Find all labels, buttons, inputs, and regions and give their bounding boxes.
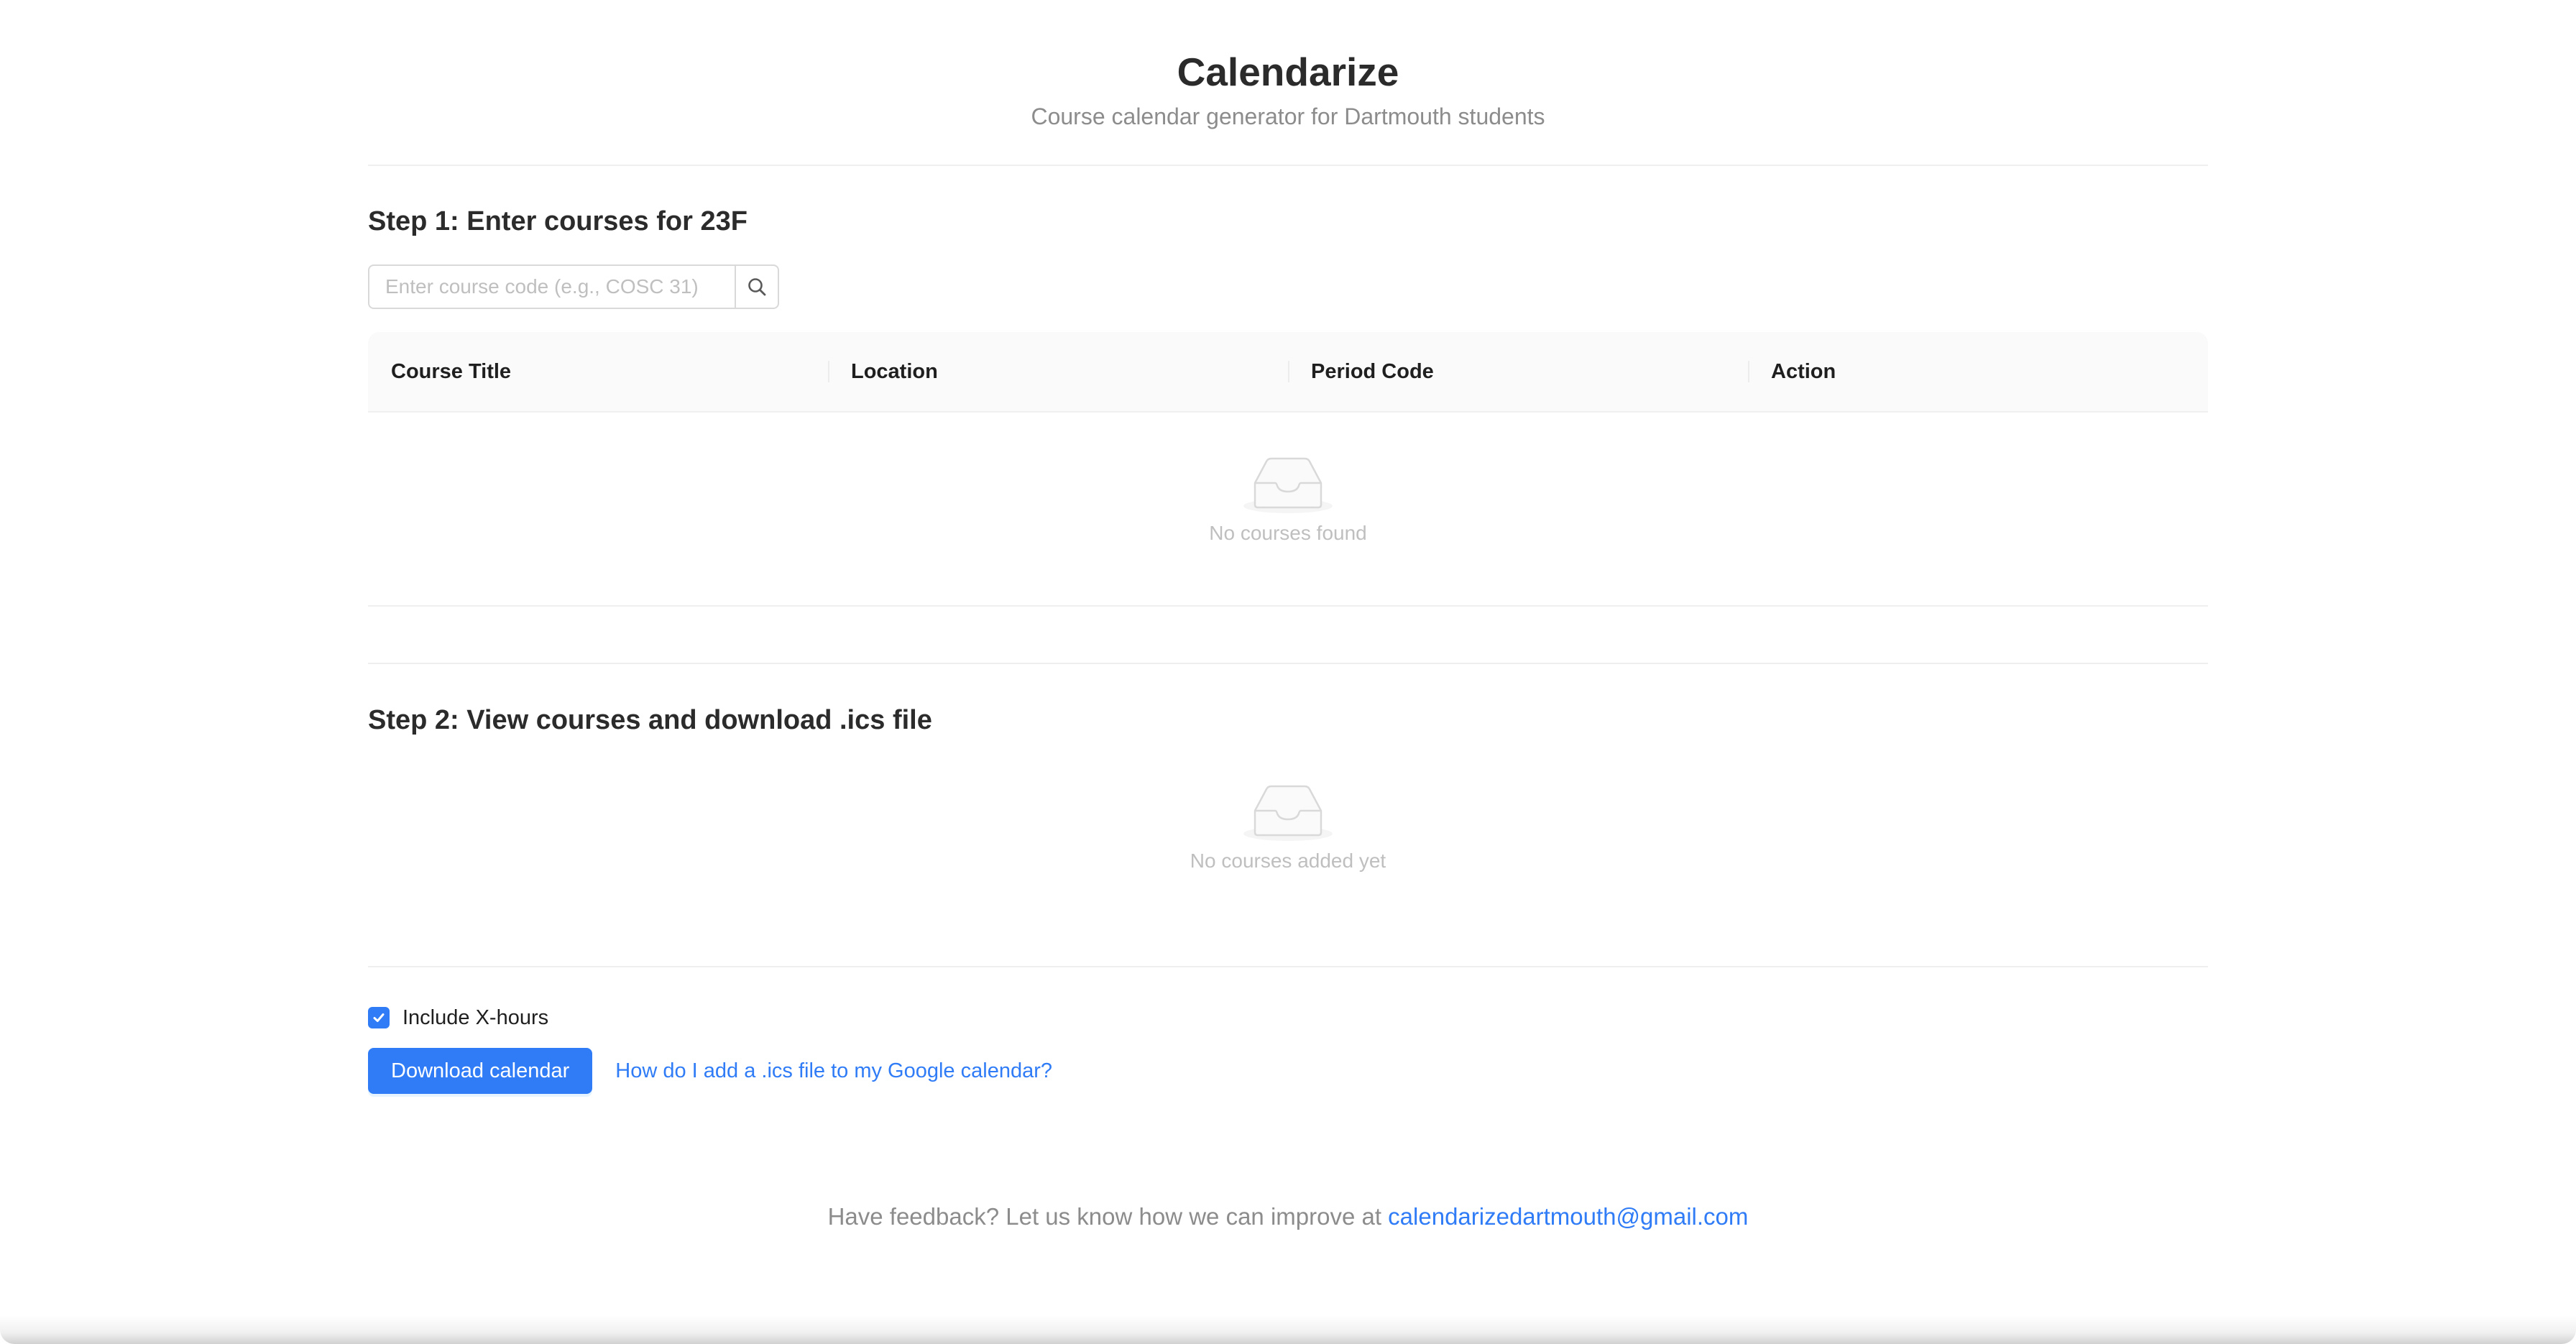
- header: Calendarize Course calendar generator fo…: [368, 0, 2208, 132]
- footer-text: Have feedback? Let us know how we can im…: [827, 1203, 1389, 1230]
- app-subtitle: Course calendar generator for Dartmouth …: [1031, 103, 1545, 129]
- step2-empty-text: No courses added yet: [1190, 850, 1386, 872]
- step2-title: Step 2: View courses and download .ics f…: [368, 705, 932, 735]
- column-header-period-code: Period Code: [1288, 332, 1748, 411]
- page: Calendarize Course calendar generator fo…: [0, 0, 2576, 1344]
- step2-empty-state: No courses added yet: [368, 783, 2208, 875]
- feedback-email-link[interactable]: calendarizedartmouth@gmail.com: [1388, 1203, 1748, 1230]
- table-body-empty: No courses found: [368, 413, 2208, 607]
- actions-row: Download calendar How do I add a .ics fi…: [368, 1048, 1052, 1094]
- table-header: Course Title Location Period Code Action: [368, 332, 2208, 413]
- xhours-option: Include X-hours: [368, 1005, 548, 1031]
- window-bottom-edge: [0, 1315, 2576, 1344]
- column-header-action: Action: [1748, 332, 2208, 411]
- course-search-input[interactable]: [368, 264, 735, 309]
- column-header-location: Location: [828, 332, 1288, 411]
- main-container: Calendarize Course calendar generator fo…: [368, 0, 2208, 1230]
- column-header-course-title: Course Title: [391, 359, 512, 383]
- table-empty-text: No courses found: [1209, 522, 1367, 544]
- xhours-checkbox[interactable]: [368, 1007, 390, 1028]
- xhours-label[interactable]: Include X-hours: [402, 1006, 548, 1030]
- search-icon: [748, 278, 766, 296]
- google-calendar-help-link[interactable]: How do I add a .ics file to my Google ca…: [615, 1059, 1052, 1083]
- inbox-icon: [1243, 785, 1333, 841]
- header-divider: [368, 165, 2208, 166]
- app-title: Calendarize: [1177, 50, 1399, 94]
- table-empty-state: No courses found: [368, 456, 2208, 548]
- step1-title: Step 1: Enter courses for 23F: [368, 206, 748, 236]
- course-search: [368, 264, 779, 309]
- footer: Have feedback? Let us know how we can im…: [368, 1203, 2208, 1230]
- courses-table: Course Title Location Period Code Action…: [368, 332, 2208, 607]
- options-divider: [368, 966, 2208, 967]
- download-calendar-button[interactable]: Download calendar: [368, 1048, 593, 1094]
- section-divider: [368, 663, 2208, 664]
- search-button[interactable]: [735, 264, 779, 309]
- checkmark-icon: [373, 1013, 385, 1022]
- inbox-icon: [1243, 457, 1333, 513]
